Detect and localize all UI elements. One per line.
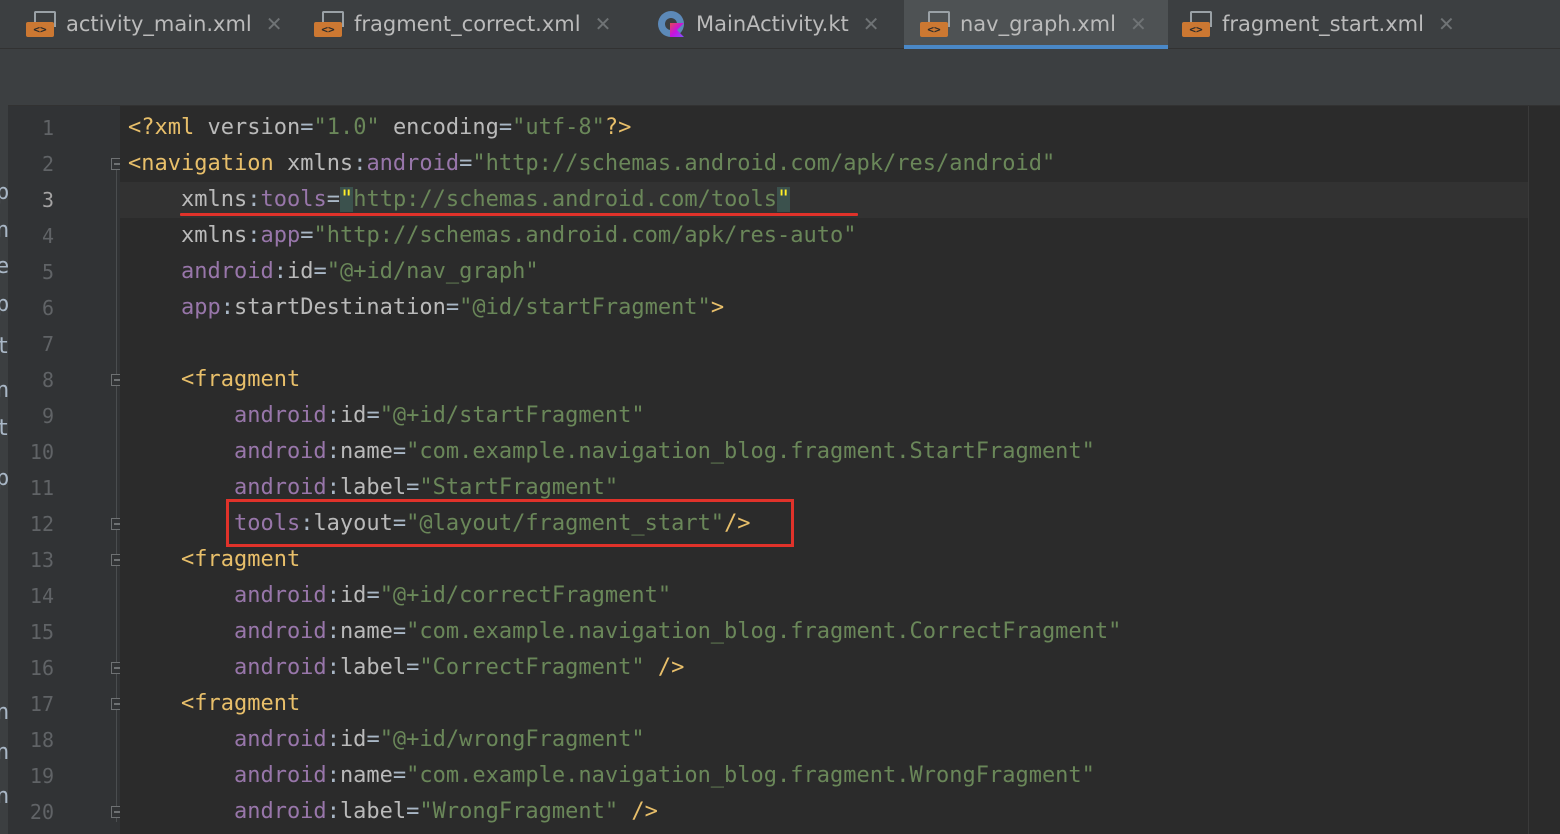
line-number: 1 [41,116,54,140]
annotation-underline [180,213,858,216]
code-line-18: android:id="@+id/wrongFragment" [128,727,645,752]
line-number: 12 [29,512,54,536]
tab-main-activity[interactable]: MainActivity.kt ✕ [656,0,880,48]
line-number: 4 [41,224,54,248]
tab-label: MainActivity.kt [696,12,849,36]
line-number: 15 [29,620,54,644]
tab-nav-graph[interactable]: <> nav_graph.xml ✕ [904,0,1168,49]
line-number: 9 [41,404,54,428]
close-icon[interactable]: ✕ [595,12,612,36]
line-number: 5 [41,260,54,284]
close-icon[interactable]: ✕ [266,12,283,36]
line-number: 7 [41,332,54,356]
code-line-5: android:id="@+id/nav_graph" [128,259,539,284]
close-icon[interactable]: ✕ [1438,12,1455,36]
xml-file-icon: <> [26,9,56,39]
fold-guide [116,170,117,822]
close-icon[interactable]: ✕ [1130,12,1147,36]
line-number: 19 [29,764,54,788]
editor-toolbar-strip [8,49,1560,106]
line-number: 11 [29,476,54,500]
xml-file-icon: <> [1182,9,1212,39]
code-line-20: android:label="WrongFragment" /> [128,799,658,824]
annotation-box [226,499,794,547]
code-line-14: android:id="@+id/correctFragment" [128,583,672,608]
line-number: 18 [29,728,54,752]
line-number: 10 [29,440,54,464]
line-number: 3 [41,188,54,212]
code-line-6: app:startDestination="@id/startFragment"… [128,295,725,320]
tab-activity-main[interactable]: <> activity_main.xml ✕ [26,0,283,48]
code-line-19: android:name="com.example.navigation_blo… [128,763,1095,788]
xml-file-icon: <> [314,9,344,39]
line-number: 6 [41,296,54,320]
tab-label: activity_main.xml [66,12,252,36]
line-number-gutter: 1 2 3 4 5 6 7 8 9 10 11 12 13 14 15 16 1… [8,106,123,834]
code-line-8: <fragment [128,367,301,392]
line-number: 8 [41,368,54,392]
code-line-10: android:name="com.example.navigation_blo… [128,439,1095,464]
line-number: 20 [29,800,54,824]
right-margin-guide [1528,106,1529,834]
code-line-2: <navigation xmlns:android="http://schema… [128,151,1056,176]
line-number: 2 [41,152,54,176]
line-number: 13 [29,548,54,572]
code-line-1: <?xml version="1.0" encoding="utf-8"?> [128,115,632,140]
close-icon[interactable]: ✕ [863,12,880,36]
code-line-9: android:id="@+id/startFragment" [128,403,645,428]
tab-fragment-correct[interactable]: <> fragment_correct.xml ✕ [314,0,611,48]
tab-fragment-start[interactable]: <> fragment_start.xml ✕ [1182,0,1455,48]
xml-file-icon: <> [920,9,950,39]
kotlin-class-icon [656,9,686,39]
code-line-13: <fragment [128,547,301,572]
editor-tab-bar: <> activity_main.xml ✕ <> fragment_corre… [0,0,1560,49]
code-line-17: <fragment [128,691,301,716]
line-number: 17 [29,692,54,716]
code-line-15: android:name="com.example.navigation_blo… [128,619,1122,644]
tab-label: fragment_correct.xml [354,12,581,36]
code-line-4: xmlns:app="http://schemas.android.com/ap… [128,223,857,248]
code-line-16: android:label="CorrectFragment" /> [128,655,685,680]
tab-label: nav_graph.xml [960,12,1116,36]
line-number: 16 [29,656,54,680]
tab-label: fragment_start.xml [1222,12,1424,36]
line-number: 14 [29,584,54,608]
